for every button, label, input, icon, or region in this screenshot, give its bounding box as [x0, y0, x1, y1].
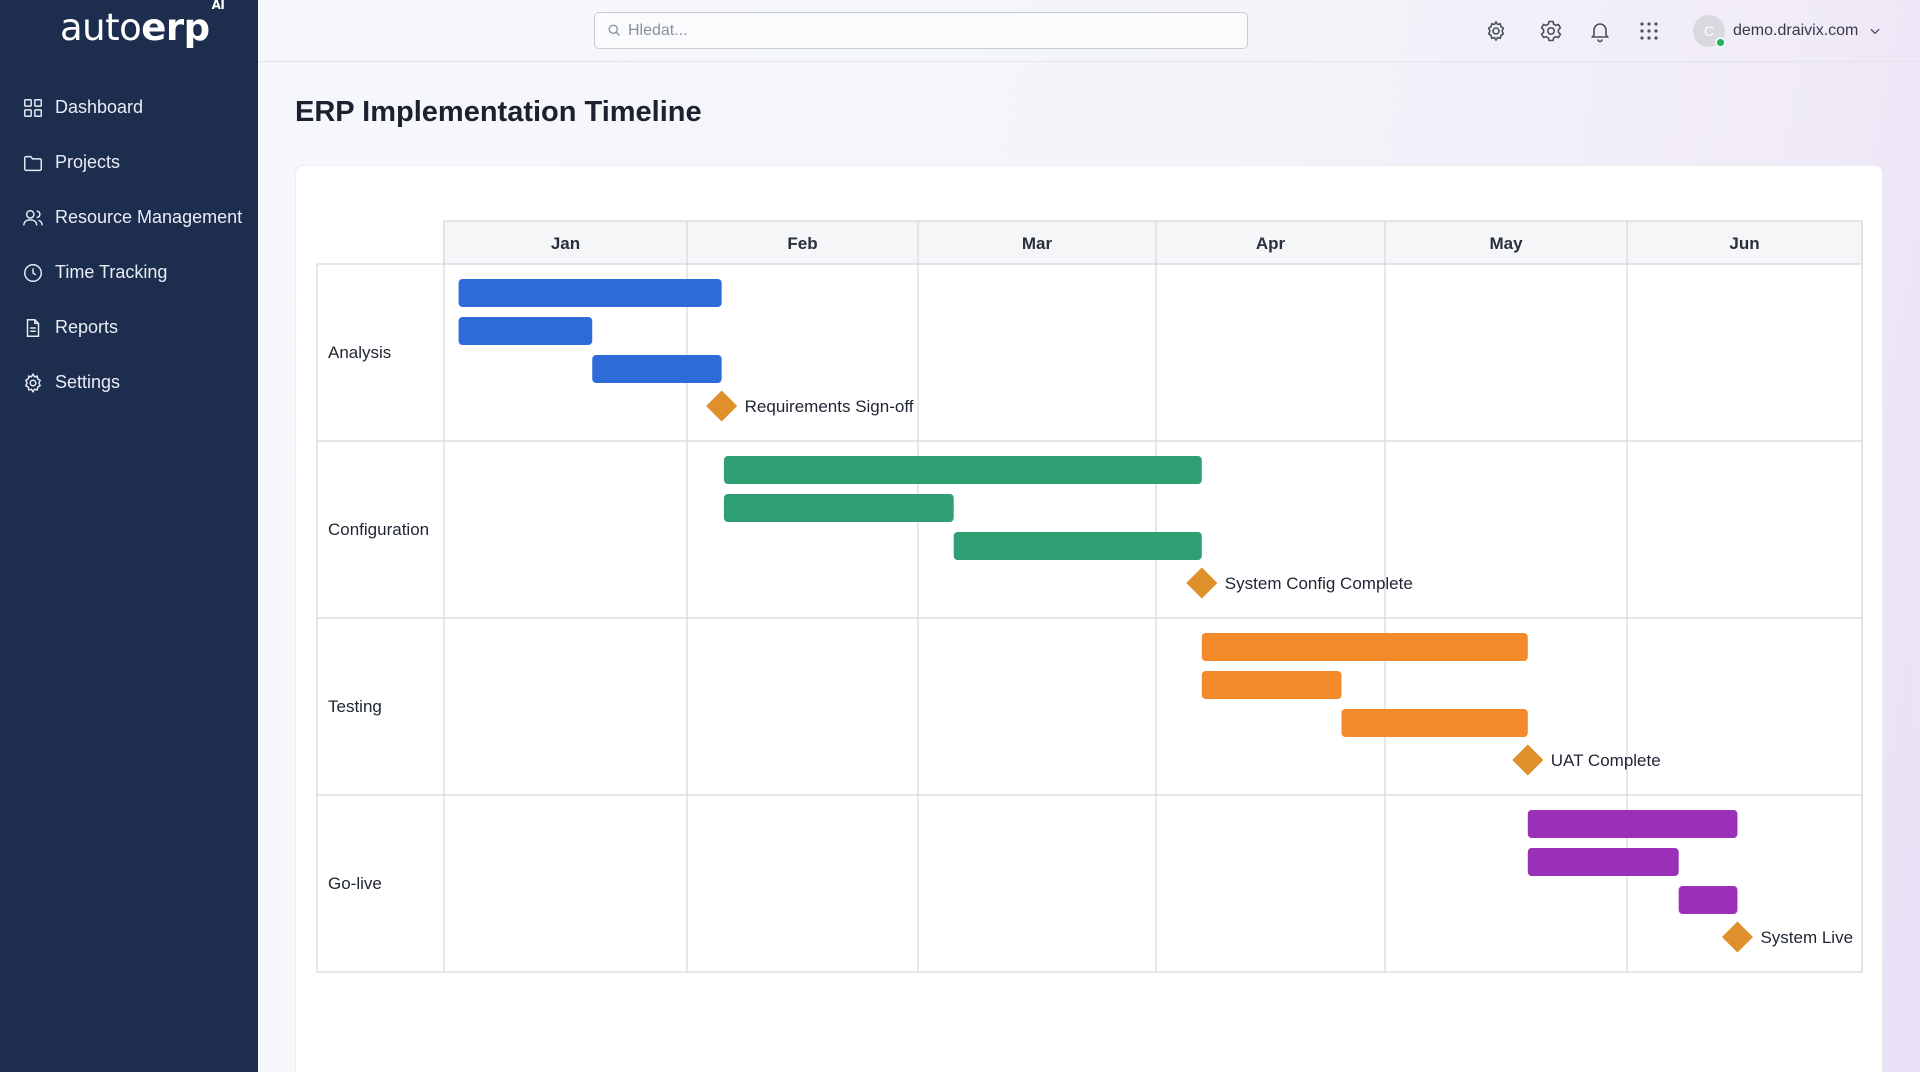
avatar: C: [1693, 15, 1726, 48]
sidebar-item-resource-management[interactable]: Resource Management: [0, 190, 258, 245]
task-bar: [1201, 633, 1528, 661]
sidebar-nav: Dashboard Projects Resource Management T…: [0, 80, 258, 410]
search-input[interactable]: [628, 21, 1228, 40]
milestone-diamond: [1512, 744, 1544, 776]
month-label: May: [1489, 234, 1523, 253]
timeline-card: Jan Feb Mar Apr May Jun Analysis Requirements S…: [295, 165, 1883, 1072]
gear-icon: [24, 372, 42, 393]
sidebar-item-label: Resource Management: [55, 207, 243, 227]
milestone-diamond: [1721, 921, 1754, 953]
document-icon: [26, 318, 40, 337]
task-bar: [592, 355, 722, 383]
avatar-initial: C: [1703, 23, 1715, 39]
task-bar: [1678, 886, 1738, 914]
month-label: Feb: [787, 234, 817, 253]
task-bar: [1527, 810, 1738, 838]
bell-icon[interactable]: [1588, 19, 1612, 43]
chevron-down-icon: [1870, 28, 1880, 35]
top-bar: C demo.draivix.com: [258, 0, 1920, 62]
settings-icon[interactable]: [1484, 19, 1508, 43]
logo-text-main: auto: [60, 6, 142, 49]
month-label: Jun: [1729, 234, 1759, 253]
milestone-diamond: [1186, 567, 1218, 599]
month-label: Apr: [1256, 234, 1286, 253]
app-logo[interactable]: autoerpAI: [60, 0, 225, 49]
milestone-diamond: [706, 390, 738, 422]
task-bar: [1341, 709, 1528, 737]
task-bar: [458, 317, 593, 345]
users-icon: [23, 209, 43, 225]
phase-label: Configuration: [328, 520, 429, 539]
cog-icon[interactable]: [1539, 19, 1563, 43]
task-bar: [1527, 848, 1679, 876]
logo-superscript: AI: [211, 0, 225, 12]
phase-label: Testing: [328, 697, 382, 716]
gantt-chart: Jan Feb Mar Apr May Jun Analysis Requirements S…: [316, 220, 1863, 973]
month-header-row: [443, 220, 1863, 265]
sidebar-item-label: Settings: [55, 372, 121, 392]
folder-icon: [24, 155, 42, 171]
sidebar-item-projects[interactable]: Projects: [0, 135, 258, 190]
sidebar-item-label: Reports: [55, 317, 119, 337]
grid-icon: [24, 98, 42, 117]
search-icon: [608, 24, 620, 36]
milestone-label: Requirements Sign-off: [745, 397, 914, 416]
sidebar-item-label: Time Tracking: [55, 262, 168, 282]
sidebar-item-label: Dashboard: [55, 97, 144, 117]
task-bar: [1201, 671, 1342, 699]
sidebar-item-dashboard[interactable]: Dashboard: [0, 80, 258, 135]
user-menu[interactable]: C demo.draivix.com: [1693, 14, 1882, 48]
user-email: demo.draivix.com: [1733, 22, 1859, 39]
online-status-dot: [1715, 37, 1726, 48]
task-bar: [953, 532, 1202, 560]
sidebar: autoerpAI Dashboard Projects Resource Ma…: [0, 0, 258, 1072]
milestone-label: System Live: [1760, 928, 1853, 947]
phase-label: Go-live: [328, 874, 382, 893]
sidebar-item-reports[interactable]: Reports: [0, 300, 258, 355]
month-label: Jan: [551, 234, 580, 253]
milestone-label: UAT Complete: [1551, 751, 1661, 770]
sidebar-item-label: Projects: [55, 152, 121, 172]
sidebar-item-settings[interactable]: Settings: [0, 355, 258, 410]
logo-text-bold: erp: [141, 6, 210, 49]
task-bar: [723, 494, 954, 522]
apps-grid-icon[interactable]: [1637, 19, 1661, 43]
task-bar: [723, 456, 1202, 484]
month-label: Mar: [1022, 234, 1053, 253]
milestone-label: System Config Complete: [1225, 574, 1413, 593]
task-bar: [458, 279, 722, 307]
clock-icon: [24, 263, 42, 282]
page-title: ERP Implementation Timeline: [295, 96, 702, 128]
sidebar-item-time-tracking[interactable]: Time Tracking: [0, 245, 258, 300]
phase-label: Analysis: [328, 343, 391, 362]
search-box[interactable]: [594, 12, 1248, 49]
